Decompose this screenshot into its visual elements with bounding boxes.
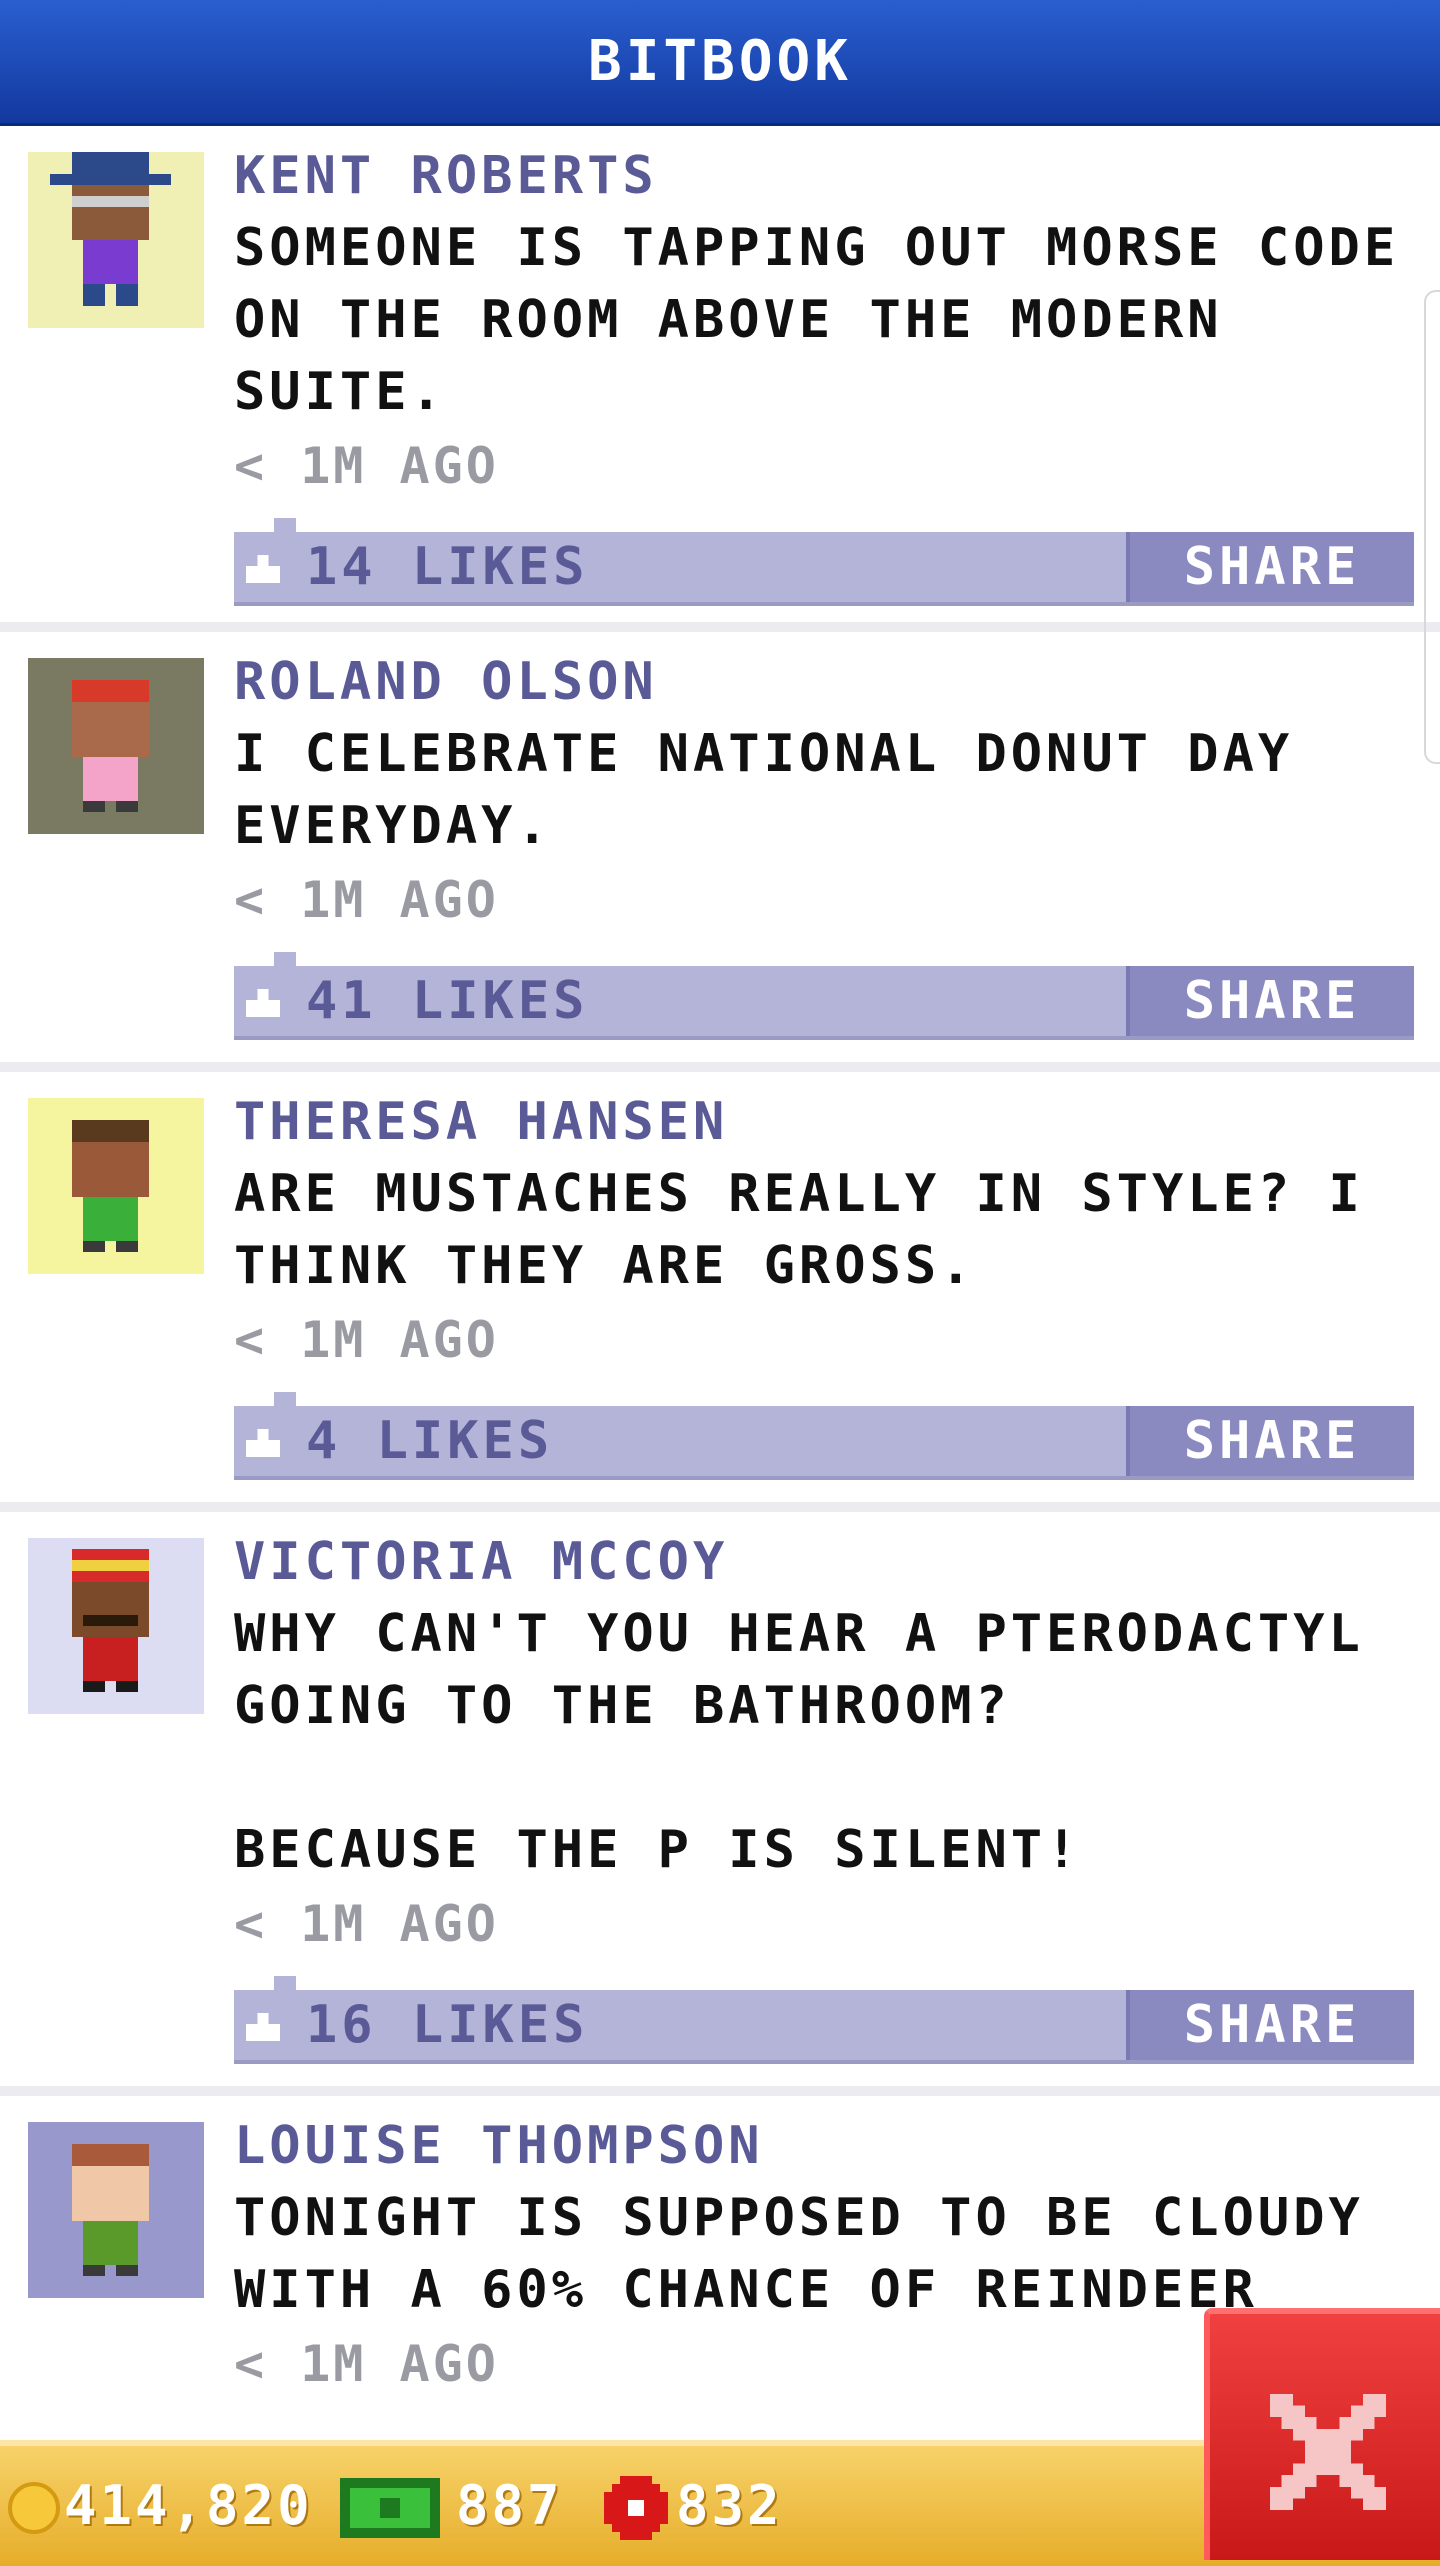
post-author[interactable]: ROLAND OLSON bbox=[234, 650, 1410, 714]
bar-nub bbox=[274, 1976, 296, 1990]
post-item: THERESA HANSEN ARE MUSTACHES REALLY IN S… bbox=[0, 1072, 1440, 1512]
post-author[interactable]: VICTORIA MCCOY bbox=[234, 1530, 1410, 1594]
app-header: BITBOOK bbox=[0, 0, 1440, 126]
post-actions-bar: 16 LIKES SHARE bbox=[234, 1976, 1414, 2064]
post-author[interactable]: KENT ROBERTS bbox=[234, 144, 1410, 208]
post-time: < 1M AGO bbox=[234, 437, 499, 495]
post-actions-bar: 4 LIKES SHARE bbox=[234, 1392, 1414, 1480]
post-item: KENT ROBERTS SOMEONE IS TAPPING OUT MORS… bbox=[0, 126, 1440, 632]
avatar[interactable] bbox=[28, 152, 204, 328]
post-text: TONIGHT IS SUPPOSED TO BE CLOUDY WITH A … bbox=[234, 2188, 1364, 2320]
avatar-icon bbox=[28, 1098, 204, 1274]
bar-nub bbox=[274, 518, 296, 532]
avatar[interactable] bbox=[28, 1538, 204, 1714]
post-item: VICTORIA MCCOY WHY CAN'T YOU HEAR A PTER… bbox=[0, 1512, 1440, 2096]
post-time: < 1M AGO bbox=[234, 1895, 499, 1953]
avatar-icon bbox=[28, 152, 204, 328]
post-author[interactable]: THERESA HANSEN bbox=[234, 1090, 1410, 1154]
post-text: I CELEBRATE NATIONAL DONUT DAY EVERYDAY. bbox=[234, 724, 1294, 856]
share-button[interactable]: SHARE bbox=[1126, 1406, 1414, 1476]
page-title: BITBOOK bbox=[587, 29, 852, 94]
post-time: < 1M AGO bbox=[234, 1311, 499, 1369]
thumbs-up-icon[interactable] bbox=[246, 554, 280, 584]
close-icon bbox=[1270, 2394, 1386, 2510]
post-actions-bar: 14 LIKES SHARE bbox=[234, 518, 1414, 606]
likes-count[interactable]: 14 LIKES bbox=[306, 532, 588, 602]
likes-count[interactable]: 16 LIKES bbox=[306, 1990, 588, 2060]
bar-nub bbox=[274, 952, 296, 966]
post-feed[interactable]: KENT ROBERTS SOMEONE IS TAPPING OUT MORS… bbox=[0, 126, 1440, 2496]
avatar-icon bbox=[28, 658, 204, 834]
thumbs-up-icon[interactable] bbox=[246, 1428, 280, 1458]
post-author[interactable]: LOUISE THOMPSON bbox=[234, 2114, 1410, 2178]
post-actions-bar: 41 LIKES SHARE bbox=[234, 952, 1414, 1040]
avatar-icon bbox=[28, 2122, 204, 2298]
post-text: ARE MUSTACHES REALLY IN STYLE? I THINK T… bbox=[234, 1164, 1364, 1296]
share-button[interactable]: SHARE bbox=[1126, 966, 1414, 1036]
bux-count: 887 bbox=[456, 2474, 563, 2537]
likes-count[interactable]: 41 LIKES bbox=[306, 966, 588, 1036]
chip-count: 832 bbox=[676, 2474, 783, 2537]
close-button[interactable] bbox=[1204, 2308, 1440, 2560]
bar-nub bbox=[274, 1392, 296, 1406]
avatar[interactable] bbox=[28, 2122, 204, 2298]
post-time: < 1M AGO bbox=[234, 871, 499, 929]
share-button[interactable]: SHARE bbox=[1126, 1990, 1414, 2060]
chip-icon bbox=[604, 2476, 668, 2540]
scrollbar[interactable] bbox=[1424, 290, 1440, 764]
avatar[interactable] bbox=[28, 658, 204, 834]
thumbs-up-icon[interactable] bbox=[246, 2012, 280, 2042]
post-text: WHY CAN'T YOU HEAR A PTERODACTYL GOING T… bbox=[234, 1604, 1364, 1880]
thumbs-up-icon[interactable] bbox=[246, 988, 280, 1018]
likes-count[interactable]: 4 LIKES bbox=[306, 1406, 553, 1476]
avatar-icon bbox=[28, 1538, 204, 1714]
cash-icon bbox=[340, 2478, 440, 2538]
post-item: ROLAND OLSON I CELEBRATE NATIONAL DONUT … bbox=[0, 632, 1440, 1072]
post-text: SOMEONE IS TAPPING OUT MORSE CODE ON THE… bbox=[234, 218, 1400, 422]
share-button[interactable]: SHARE bbox=[1126, 532, 1414, 602]
avatar[interactable] bbox=[28, 1098, 204, 1274]
coin-icon bbox=[8, 2482, 60, 2534]
coin-count: 414,820 bbox=[64, 2474, 313, 2537]
